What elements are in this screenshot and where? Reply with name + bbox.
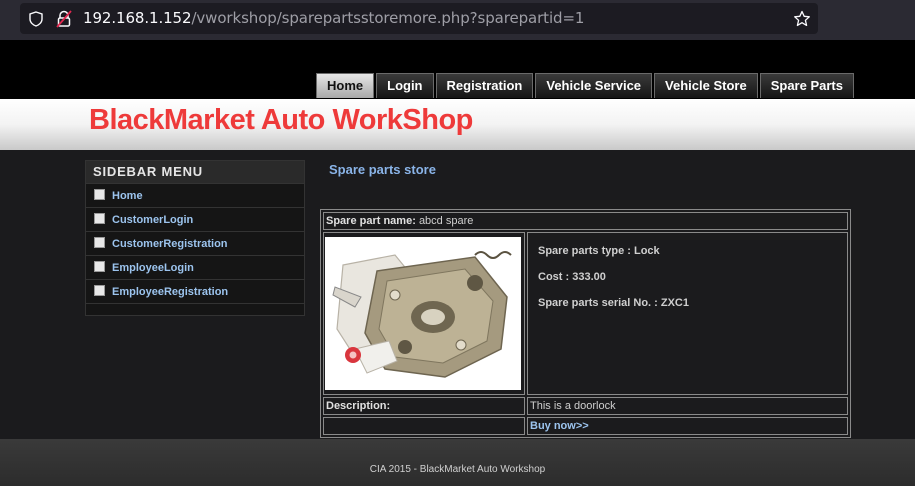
sidebar-link-employee-registration[interactable]: EmployeeRegistration [112, 286, 228, 298]
description-label: Description: [326, 400, 391, 412]
spare-part-details-table: Spare part name: abcd spare Spare parts … [320, 209, 851, 438]
nav-tab-login[interactable]: Login [376, 73, 434, 98]
buy-cell: Buy now>> [527, 417, 848, 435]
sidebar-item-employee-registration: EmployeeRegistration [86, 279, 304, 303]
description-value: This is a doorlock [527, 397, 848, 415]
buy-now-link[interactable]: Buy now>> [530, 420, 589, 432]
footer-text: CIA 2015 - BlackMarket Auto Workshop [369, 464, 546, 475]
part-name-label: Spare part name: [326, 215, 416, 227]
url-host: 192.168.1.152 [83, 9, 192, 27]
sidebar-item-home: Home [86, 183, 304, 207]
sidebar-item-customer-registration: CustomerRegistration [86, 231, 304, 255]
part-image-cell [323, 232, 525, 395]
part-name-cell: Spare part name: abcd spare [323, 212, 848, 230]
nav-tab-spare-parts[interactable]: Spare Parts [759, 73, 854, 98]
sidebar-link-home[interactable]: Home [112, 190, 143, 202]
empty-cell [323, 417, 525, 435]
sidebar-menu: SIDEBAR MENU Home CustomerLogin Customer… [85, 160, 305, 316]
part-serial: Spare parts serial No. : ZXC1 [538, 297, 689, 309]
url-path: /vworkshop/sparepartsstoremore.php?spare… [191, 9, 585, 27]
nav-tab-vehicle-service[interactable]: Vehicle Service [535, 73, 653, 98]
bullet-square-icon [94, 236, 105, 248]
shield-icon[interactable] [28, 11, 44, 32]
sidebar-item-employee-login: EmployeeLogin [86, 255, 304, 279]
page-title: Spare parts store [329, 162, 436, 177]
sidebar-link-customer-registration[interactable]: CustomerRegistration [112, 238, 228, 250]
sidebar-item-customer-login: CustomerLogin [86, 207, 304, 231]
door-lock-part-image [325, 237, 521, 390]
bullet-square-icon [94, 188, 105, 200]
url-text[interactable]: 192.168.1.152/vworkshop/sparepartsstorem… [83, 9, 584, 27]
part-type: Spare parts type : Lock [538, 245, 660, 257]
bullet-square-icon [94, 284, 105, 296]
description-label-cell: Description: [323, 397, 525, 415]
nav-tab-home[interactable]: Home [316, 73, 375, 98]
sidebar-heading: SIDEBAR MENU [86, 161, 304, 183]
sidebar-link-employee-login[interactable]: EmployeeLogin [112, 262, 194, 274]
part-info-cell: Spare parts type : Lock Cost : 333.00 Sp… [527, 232, 848, 395]
sidebar-divider [86, 303, 304, 316]
main-nav: Home Login Registration Vehicle Service … [316, 73, 854, 98]
bullet-square-icon [94, 212, 105, 224]
part-name-value: abcd spare [418, 215, 474, 227]
site-title: BlackMarket Auto WorkShop [89, 104, 473, 136]
bullet-square-icon [94, 260, 105, 272]
bookmark-star-icon[interactable] [793, 10, 811, 33]
nav-tab-vehicle-store[interactable]: Vehicle Store [654, 73, 758, 98]
nav-tab-registration[interactable]: Registration [435, 73, 534, 98]
insecure-lock-icon[interactable] [56, 10, 72, 33]
footer: CIA 2015 - BlackMarket Auto Workshop [0, 439, 915, 486]
sidebar-link-customer-login[interactable]: CustomerLogin [112, 214, 193, 226]
part-cost: Cost : 333.00 [538, 271, 606, 283]
browser-toolbar: 192.168.1.152/vworkshop/sparepartsstorem… [0, 0, 915, 40]
